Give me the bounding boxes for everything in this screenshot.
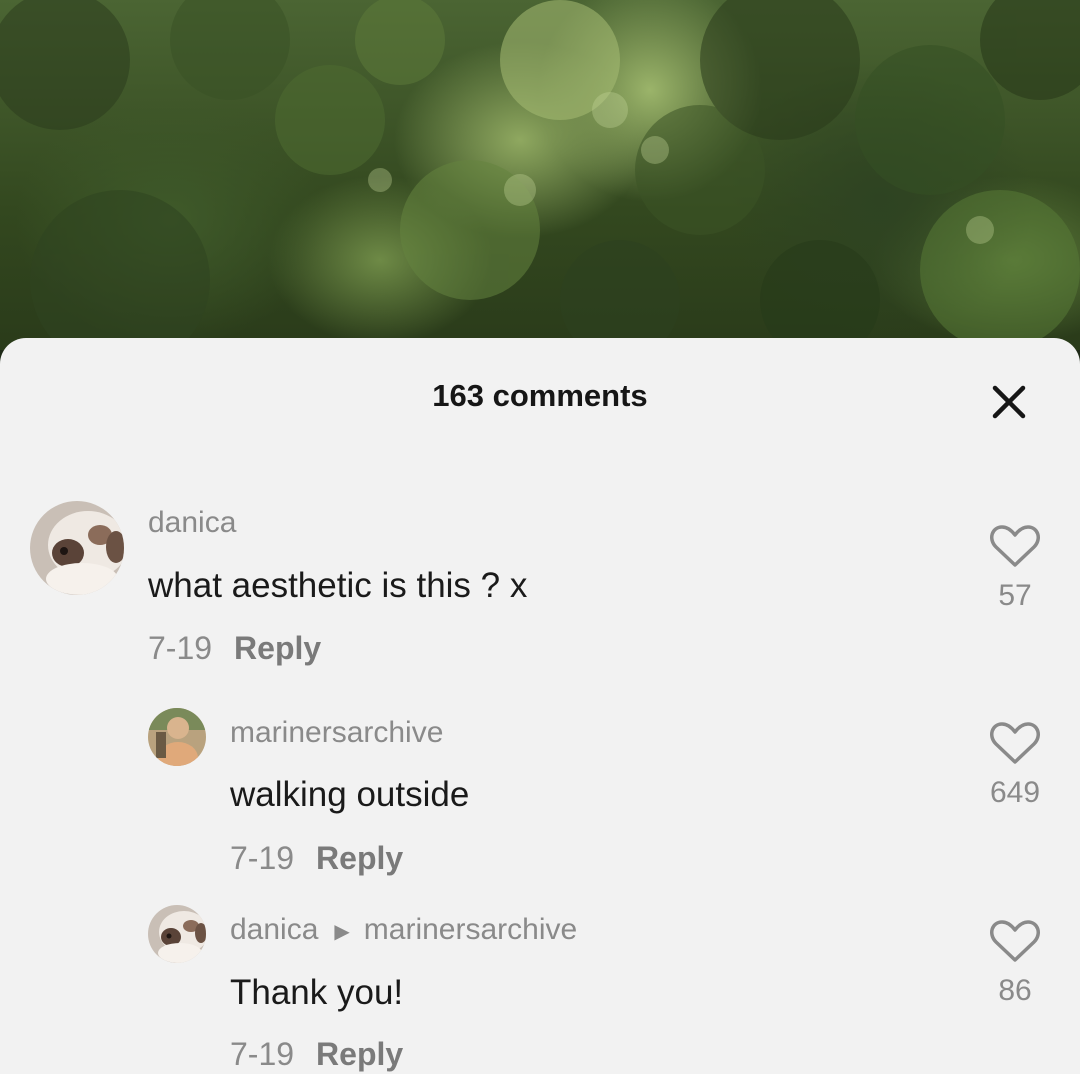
reply-button[interactable]: Reply bbox=[316, 840, 403, 876]
avatar[interactable] bbox=[148, 708, 206, 766]
reply-arrow-icon: ▶ bbox=[334, 920, 350, 943]
heart-icon[interactable] bbox=[989, 523, 1041, 569]
comment-meta: 7-19 Reply bbox=[148, 630, 321, 667]
like-control: 86 bbox=[980, 918, 1050, 1008]
comments-sheet: 163 comments danica what aesthetic is th… bbox=[0, 338, 1080, 1074]
cat-avatar-icon bbox=[148, 905, 206, 963]
comment-date: 7-19 bbox=[148, 630, 213, 666]
reply-button[interactable]: Reply bbox=[316, 1036, 403, 1072]
comment-text: what aesthetic is this ? x bbox=[148, 566, 528, 605]
comment-date: 7-19 bbox=[230, 1036, 295, 1072]
person-avatar-icon bbox=[148, 708, 206, 766]
like-count: 86 bbox=[998, 974, 1032, 1007]
comments-count-title: 163 comments bbox=[432, 378, 648, 413]
comment-meta: 7-19 Reply bbox=[230, 840, 403, 877]
heart-icon[interactable] bbox=[989, 720, 1041, 766]
comment-meta: 7-19 Reply bbox=[230, 1036, 403, 1073]
comment-username[interactable]: marinersarchive bbox=[230, 716, 443, 750]
like-count: 57 bbox=[998, 579, 1032, 612]
reply-button[interactable]: Reply bbox=[234, 630, 321, 666]
close-icon bbox=[992, 385, 1026, 419]
heart-icon[interactable] bbox=[989, 918, 1041, 964]
comment-username[interactable]: danica bbox=[230, 913, 318, 946]
reply-to-username[interactable]: marinersarchive bbox=[364, 913, 577, 946]
foliage-texture bbox=[0, 0, 1080, 350]
comment-username-line: danica ▶ marinersarchive bbox=[230, 913, 577, 947]
comment-text: Thank you! bbox=[230, 973, 404, 1012]
comment-text: walking outside bbox=[230, 775, 470, 814]
avatar[interactable] bbox=[30, 501, 124, 595]
avatar[interactable] bbox=[148, 905, 206, 963]
video-background bbox=[0, 0, 1080, 350]
comment-username[interactable]: danica bbox=[148, 506, 236, 540]
like-control: 649 bbox=[980, 720, 1050, 810]
comment-date: 7-19 bbox=[230, 840, 295, 876]
cat-avatar-icon bbox=[30, 501, 124, 595]
close-button[interactable] bbox=[985, 378, 1033, 426]
like-count: 649 bbox=[989, 776, 1041, 809]
like-control: 57 bbox=[980, 523, 1050, 613]
